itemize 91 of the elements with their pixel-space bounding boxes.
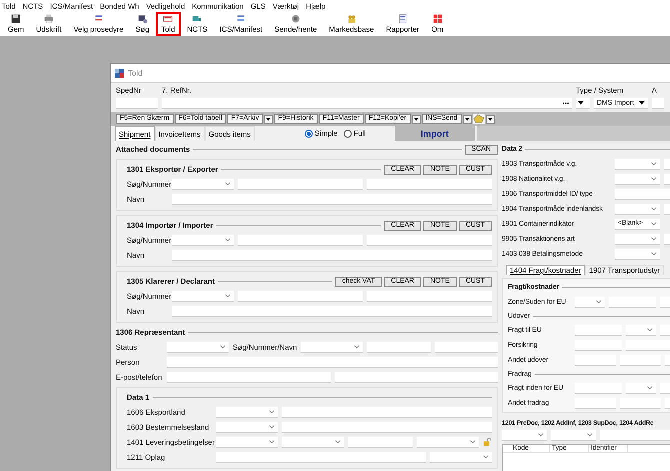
text-field[interactable]	[216, 452, 426, 462]
text-field[interactable]	[238, 290, 363, 302]
chevron-icon	[225, 238, 231, 242]
text-field[interactable]	[172, 194, 492, 204]
dropdown-arrow-icon[interactable]	[462, 114, 472, 124]
text-field[interactable]	[238, 178, 363, 190]
chevron-icon	[354, 344, 360, 348]
chevron-icon	[220, 344, 226, 348]
dropdown-field[interactable]	[551, 430, 596, 441]
app-icon	[115, 68, 124, 78]
text-field[interactable]	[334, 372, 498, 382]
dropdown-field[interactable]	[172, 234, 234, 246]
text-field[interactable]	[652, 98, 664, 109]
text-field[interactable]	[575, 340, 622, 350]
import-banner: Import	[394, 126, 475, 141]
chevron-icon	[578, 101, 584, 105]
dropdown-field[interactable]	[615, 248, 660, 260]
text-field[interactable]	[282, 422, 492, 432]
dropdown-field[interactable]	[172, 178, 234, 190]
text-field[interactable]	[348, 436, 413, 448]
printer-icon	[42, 14, 55, 24]
dropdown-field[interactable]	[167, 342, 229, 352]
text-field[interactable]	[116, 98, 158, 109]
chevron-icon	[470, 440, 476, 444]
dropdown-arrow-icon[interactable]	[412, 114, 421, 124]
chevron-icon	[225, 182, 231, 186]
chevron-icon	[587, 433, 593, 437]
window-title: Told	[128, 68, 143, 78]
dropdown-field[interactable]	[282, 436, 344, 448]
chevron-icon	[646, 386, 652, 390]
text-field[interactable]	[167, 372, 330, 382]
dropdown-field[interactable]	[626, 382, 656, 394]
chevron-icon	[269, 410, 275, 414]
grid-icon	[432, 14, 444, 24]
text-field[interactable]	[620, 398, 661, 408]
text-field[interactable]	[367, 234, 492, 246]
chevron-icon	[269, 424, 275, 428]
text-field[interactable]	[626, 340, 670, 350]
text-field[interactable]	[575, 382, 622, 394]
chevron-icon	[651, 222, 657, 226]
people-icon	[346, 14, 358, 24]
chevron-icon	[651, 236, 657, 240]
reference-field[interactable]	[162, 98, 572, 109]
chevron-icon	[596, 300, 602, 304]
dropdown-field[interactable]	[575, 296, 605, 308]
dropdown-field[interactable]	[430, 452, 492, 462]
text-field[interactable]	[367, 290, 492, 302]
dropdown-field[interactable]	[615, 204, 660, 214]
chevron-icon	[646, 328, 652, 332]
dropdown-field[interactable]	[216, 436, 278, 448]
padlock-icon[interactable]	[483, 438, 492, 446]
dropdown-arrow-icon[interactable]	[264, 114, 274, 124]
dropdown-field[interactable]	[301, 342, 364, 352]
chevron-icon	[483, 454, 489, 458]
chevron-icon	[269, 440, 275, 444]
dropdown-arrow-icon[interactable]	[486, 114, 495, 124]
document-icon	[162, 14, 174, 24]
text-field[interactable]	[575, 398, 616, 408]
chevron-icon	[538, 433, 544, 437]
chevron-icon	[651, 176, 657, 180]
dropdown-field[interactable]	[626, 324, 656, 336]
dropdown-field[interactable]	[615, 158, 660, 170]
text-field[interactable]	[609, 296, 656, 308]
text-field[interactable]	[575, 354, 616, 366]
chevron-icon	[335, 440, 341, 444]
dropdown-field[interactable]	[615, 174, 660, 184]
text-field[interactable]	[282, 406, 492, 418]
text-field[interactable]	[367, 178, 492, 190]
chevron-icon	[639, 101, 645, 105]
dropdown-field[interactable]	[216, 422, 278, 432]
text-field[interactable]	[172, 306, 492, 316]
text-field[interactable]	[434, 342, 498, 352]
truck-icon	[191, 14, 204, 24]
dropdown-field[interactable]	[576, 98, 590, 109]
text-field[interactable]	[367, 342, 431, 352]
dropdown-field[interactable]	[502, 430, 547, 441]
text-field[interactable]	[238, 234, 363, 246]
chevron-icon	[651, 162, 657, 166]
dropdown-field[interactable]	[216, 406, 278, 418]
text-field[interactable]	[167, 356, 498, 368]
text-field[interactable]	[172, 250, 492, 260]
dropdown-field[interactable]	[417, 436, 479, 448]
report-icon	[396, 14, 409, 24]
text-field[interactable]	[620, 354, 661, 366]
dropdown-field[interactable]	[172, 290, 234, 302]
chevron-icon	[651, 206, 657, 210]
chevron-icon	[225, 294, 231, 298]
text-field[interactable]	[575, 324, 622, 336]
ellipsis-icon	[562, 102, 570, 104]
dropdown-field[interactable]	[615, 234, 660, 244]
chevron-icon	[651, 252, 657, 256]
